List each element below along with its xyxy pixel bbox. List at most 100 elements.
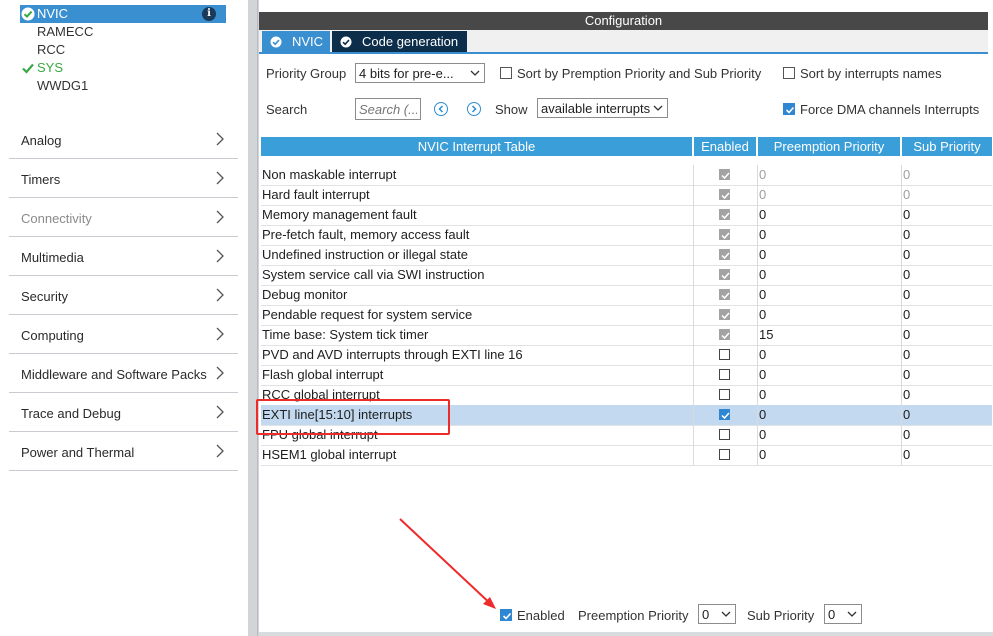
category-security[interactable]: Security [9, 276, 238, 315]
column-header-sub[interactable]: Sub Priority [902, 137, 992, 156]
checkmark-icon [22, 63, 34, 74]
enabled-checkbox[interactable] [719, 389, 730, 400]
category-power-thermal[interactable]: Power and Thermal [9, 432, 238, 471]
preemption-priority-cell[interactable]: 0 [757, 405, 902, 425]
check-circle-icon [21, 7, 35, 21]
enabled-cell [693, 205, 757, 225]
sub-priority-cell[interactable]: 0 [901, 345, 993, 365]
table-row[interactable]: Hard fault interrupt 0 0 [261, 185, 992, 206]
checkmark-icon [721, 292, 730, 300]
table-row[interactable]: Undefined instruction or illegal state 0 0 [261, 245, 992, 266]
chevron-down-icon [721, 611, 731, 617]
search-next-button[interactable] [467, 102, 481, 116]
force-dma-label: Force DMA channels Interrupts [800, 102, 980, 117]
checkmark-icon [721, 332, 730, 340]
annotation-highlight-box [256, 399, 450, 435]
preemption-priority-select[interactable]: 0 [698, 604, 736, 624]
sub-priority-cell[interactable]: 0 [901, 305, 993, 325]
preemption-priority-cell[interactable]: 0 [757, 345, 902, 365]
table-row[interactable]: Debug monitor 0 0 [261, 285, 992, 306]
preemption-priority-cell[interactable]: 0 [757, 245, 902, 265]
category-connectivity[interactable]: Connectivity [9, 198, 238, 237]
checkmark-icon [721, 192, 730, 200]
info-icon[interactable]: i [202, 7, 216, 21]
enabled-checkbox[interactable] [719, 409, 730, 420]
horizontal-scrollbar[interactable] [259, 632, 993, 636]
sub-priority-cell: 0 [901, 165, 993, 185]
interrupt-name: Debug monitor [262, 287, 348, 302]
sub-priority-cell[interactable]: 0 [901, 405, 993, 425]
tree-item-nvic[interactable]: NVIC i [20, 5, 226, 23]
enabled-cell [693, 305, 757, 325]
sub-priority-cell[interactable]: 0 [901, 285, 993, 305]
sub-priority-cell[interactable]: 0 [901, 385, 993, 405]
sub-priority-cell[interactable]: 0 [901, 445, 993, 465]
sub-priority-value: 0 [828, 607, 836, 622]
sub-priority-cell[interactable]: 0 [901, 425, 993, 445]
sub-priority-select[interactable]: 0 [824, 604, 862, 624]
enabled-checkbox[interactable] [719, 449, 730, 460]
chevron-right-icon [216, 288, 224, 302]
enabled-checkbox[interactable] [719, 429, 730, 440]
column-header-enabled[interactable]: Enabled [694, 137, 756, 156]
table-row[interactable]: Pre-fetch fault, memory access fault 0 0 [261, 225, 992, 246]
category-computing[interactable]: Computing [9, 315, 238, 354]
category-trace-debug[interactable]: Trace and Debug [9, 393, 238, 432]
sub-priority-cell[interactable]: 0 [901, 205, 993, 225]
check-circle-icon [340, 36, 352, 48]
sub-priority-cell[interactable]: 0 [901, 225, 993, 245]
category-analog[interactable]: Analog [9, 120, 238, 159]
tab-bar: NVIC Code generation [259, 30, 988, 54]
table-row[interactable]: Memory management fault 0 0 [261, 205, 992, 226]
enabled-checkbox[interactable] [719, 369, 730, 380]
chevron-right-icon [216, 405, 224, 419]
search-previous-button[interactable] [434, 102, 448, 116]
sub-priority-cell[interactable]: 0 [901, 325, 993, 345]
force-dma-checkbox[interactable] [783, 103, 795, 115]
priority-group-select[interactable]: 4 bits for pre-e... [355, 63, 485, 83]
preemption-priority-cell[interactable]: 15 [757, 325, 902, 345]
category-label: Multimedia [21, 250, 84, 265]
chevron-right-icon [216, 171, 224, 185]
column-header-name[interactable]: NVIC Interrupt Table [261, 137, 692, 156]
show-select[interactable]: available interrupts [537, 98, 668, 118]
preemption-priority-cell[interactable]: 0 [757, 225, 902, 245]
search-input[interactable] [355, 98, 421, 120]
table-row[interactable]: Flash global interrupt 0 0 [261, 365, 992, 386]
preemption-priority-cell[interactable]: 0 [757, 445, 902, 465]
preemption-priority-cell[interactable]: 0 [757, 205, 902, 225]
preemption-priority-cell[interactable]: 0 [757, 385, 902, 405]
sub-priority-cell[interactable]: 0 [901, 245, 993, 265]
preemption-priority-cell[interactable]: 0 [757, 265, 902, 285]
sub-priority-cell[interactable]: 0 [901, 365, 993, 385]
left-panel: NVIC i RAMECC RCC SYS WWDG1 Analog Timer… [0, 0, 248, 636]
table-row[interactable]: Time base: System tick timer 15 0 [261, 325, 992, 346]
column-header-preemption[interactable]: Preemption Priority [758, 137, 900, 156]
chevron-down-icon [470, 70, 480, 76]
preemption-priority-cell[interactable]: 0 [757, 305, 902, 325]
checkmark-icon [721, 272, 730, 280]
sub-priority-cell[interactable]: 0 [901, 265, 993, 285]
enabled-cell [693, 265, 757, 285]
priority-group-value: 4 bits for pre-e... [359, 66, 454, 81]
tree-item-cutoff [37, 0, 97, 2]
preemption-priority-cell[interactable]: 0 [757, 365, 902, 385]
sort-preemption-checkbox[interactable] [500, 67, 512, 79]
interrupt-name: HSEM1 global interrupt [262, 447, 397, 462]
enabled-checkbox[interactable] [719, 349, 730, 360]
table-row[interactable]: PVD and AVD interrupts through EXTI line… [261, 345, 992, 366]
table-row[interactable]: System service call via SWI instruction 0… [261, 265, 992, 286]
table-row[interactable]: Pendable request for system service 0 0 [261, 305, 992, 326]
sort-names-checkbox[interactable] [783, 67, 795, 79]
category-timers[interactable]: Timers [9, 159, 238, 198]
sort-preemption-label: Sort by Premption Priority and Sub Prior… [517, 66, 762, 81]
tab-nvic[interactable]: NVIC [262, 31, 330, 52]
table-row[interactable]: HSEM1 global interrupt 0 0 [261, 445, 992, 466]
category-multimedia[interactable]: Multimedia [9, 237, 238, 276]
preemption-priority-cell[interactable]: 0 [757, 285, 902, 305]
table-row[interactable]: Non maskable interrupt 0 0 [261, 165, 992, 186]
chevron-right-icon [216, 366, 224, 380]
category-middleware[interactable]: Middleware and Software Packs [9, 354, 238, 393]
preemption-priority-cell[interactable]: 0 [757, 425, 902, 445]
tab-code-generation[interactable]: Code generation [332, 31, 467, 52]
